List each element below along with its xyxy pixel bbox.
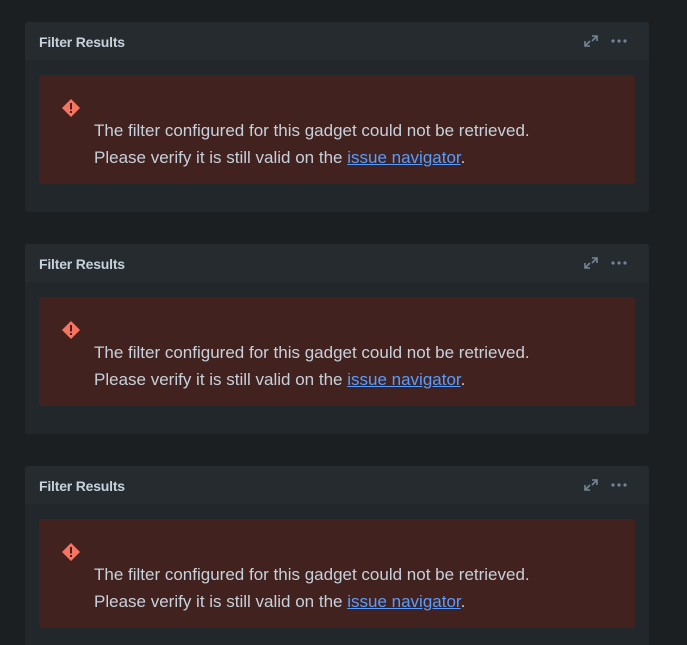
error-line-2-suffix: . xyxy=(460,370,466,389)
error-line-2: Please verify it is still valid on the i… xyxy=(94,366,530,393)
error-line-2-prefix: Please verify it is still valid on the xyxy=(94,370,348,389)
error-line-2-prefix: Please verify it is still valid on the xyxy=(94,148,348,167)
filter-results-gadget: Filter Results The filter configured for… xyxy=(25,466,649,645)
error-line-2-suffix: . xyxy=(460,148,466,167)
error-text: The filter configured for this gadget co… xyxy=(94,561,530,615)
error-message: The filter configured for this gadget co… xyxy=(39,75,635,184)
error-icon xyxy=(61,542,81,562)
gadget-title: Filter Results xyxy=(39,34,125,50)
error-message: The filter configured for this gadget co… xyxy=(39,297,635,406)
gadget-header: Filter Results xyxy=(25,466,649,504)
expand-icon[interactable] xyxy=(581,254,601,272)
gadget-header: Filter Results xyxy=(25,244,649,282)
more-icon[interactable] xyxy=(609,254,629,272)
expand-icon[interactable] xyxy=(581,476,601,494)
gadget-title: Filter Results xyxy=(39,478,125,494)
more-icon[interactable] xyxy=(609,476,629,494)
error-line-1: The filter configured for this gadget co… xyxy=(94,343,530,362)
issue-navigator-link[interactable]: issue navigator xyxy=(347,370,460,389)
error-line-1: The filter configured for this gadget co… xyxy=(94,565,530,584)
error-line-2: Please verify it is still valid on the i… xyxy=(94,588,530,615)
filter-results-gadget: Filter Results The filter configured for… xyxy=(25,22,649,212)
gadget-title: Filter Results xyxy=(39,256,125,272)
error-line-1: The filter configured for this gadget co… xyxy=(94,121,530,140)
gadget-actions xyxy=(581,476,629,494)
error-line-2-suffix: . xyxy=(460,592,466,611)
issue-navigator-link[interactable]: issue navigator xyxy=(347,148,460,167)
gadget-actions xyxy=(581,254,629,272)
error-text: The filter configured for this gadget co… xyxy=(94,339,530,393)
dashboard: Filter Results The filter configured for… xyxy=(0,0,687,645)
more-icon[interactable] xyxy=(609,32,629,50)
gadget-actions xyxy=(581,32,629,50)
gadget-header: Filter Results xyxy=(25,22,649,60)
error-text: The filter configured for this gadget co… xyxy=(94,117,530,171)
error-message: The filter configured for this gadget co… xyxy=(39,519,635,628)
error-line-2: Please verify it is still valid on the i… xyxy=(94,144,530,171)
error-line-2-prefix: Please verify it is still valid on the xyxy=(94,592,348,611)
issue-navigator-link[interactable]: issue navigator xyxy=(347,592,460,611)
filter-results-gadget: Filter Results The filter configured for… xyxy=(25,244,649,434)
error-icon xyxy=(61,98,81,118)
expand-icon[interactable] xyxy=(581,32,601,50)
error-icon xyxy=(61,320,81,340)
